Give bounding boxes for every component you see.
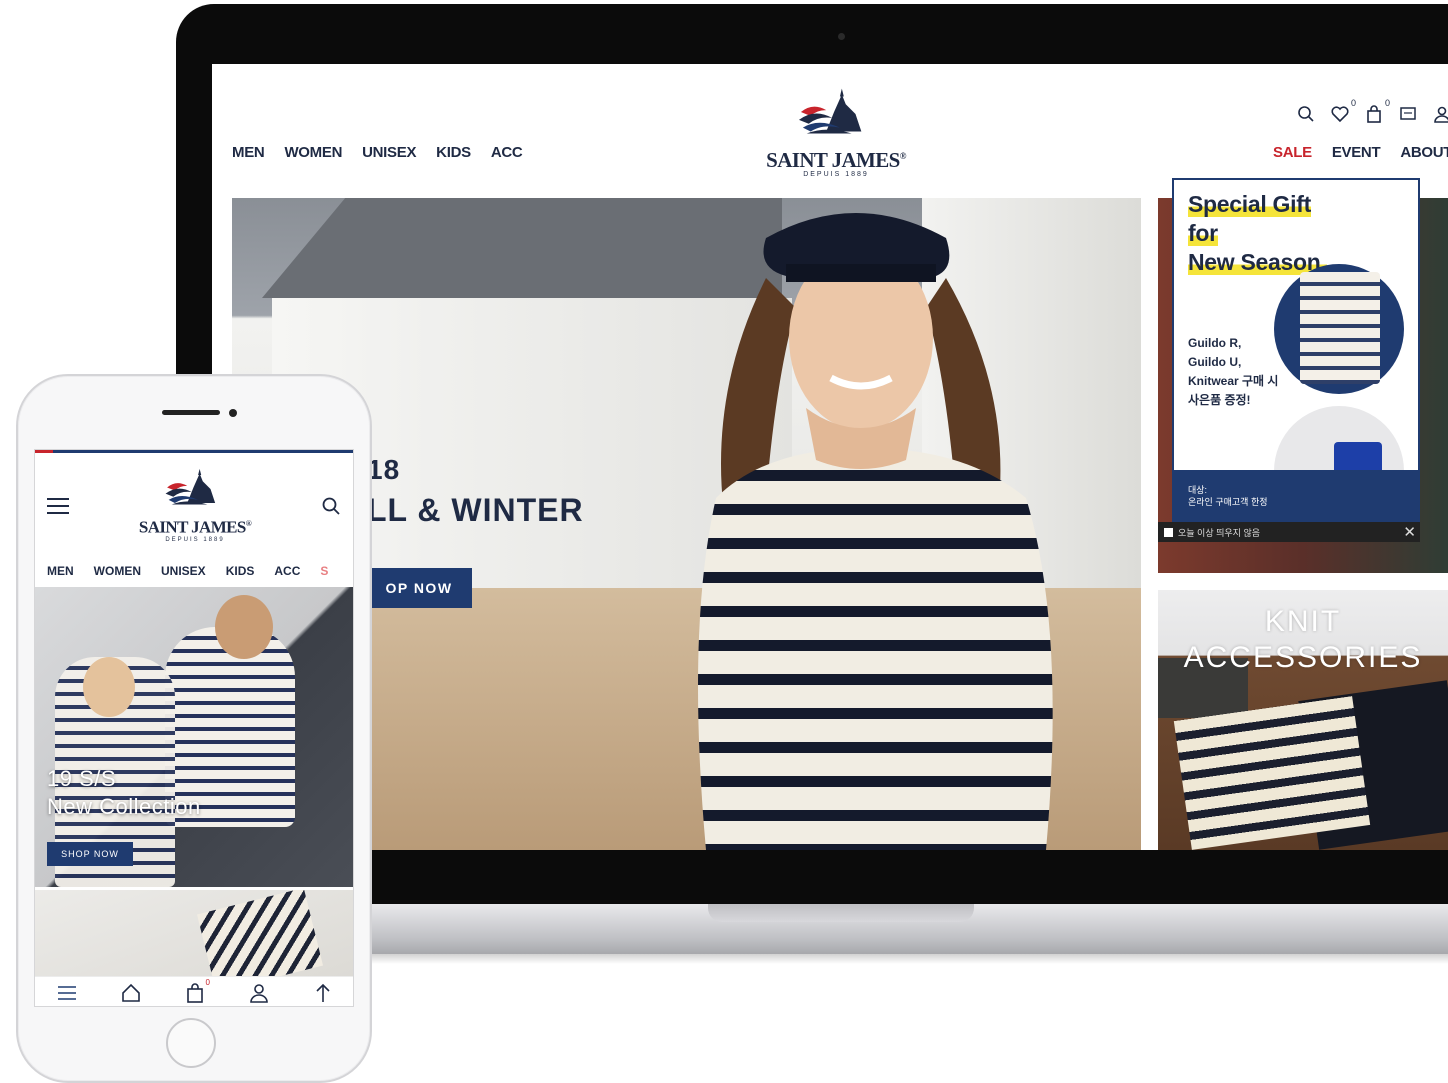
nav-men[interactable]: MEN [232,144,265,161]
close-icon[interactable]: ✕ [1403,523,1416,541]
m-nav-acc[interactable]: ACC [274,564,300,578]
laptop-shadow [230,954,1448,964]
mobile-secondary-banner[interactable] [35,890,353,976]
mobile-top-bar-accent [35,450,53,453]
mobile-tab-bar: 0 [35,976,353,1006]
logo-name: SAINT JAMES® [766,148,906,172]
phone-camera [229,409,237,417]
knit-accessories-banner[interactable]: KNIT ACCESSORIES [1158,590,1448,850]
knit-title: KNIT ACCESSORIES [1183,605,1423,674]
phone-home-button [166,1018,216,1068]
mobile-hero-banner[interactable]: 19 S/S New Collection SHOP NOW [35,587,353,887]
mobile-top-bar [35,450,353,453]
hamburger-menu-icon[interactable] [47,498,69,514]
bag-icon[interactable]: 0 [1364,98,1390,124]
m-nav-unisex[interactable]: UNISEX [161,564,206,578]
wishlist-count: 0 [1350,98,1356,108]
laptop-notch [708,904,974,922]
mobile-hero-model-man-head [215,595,273,659]
popup-footer-text: 대상: 온라인 구매고객 한정 [1188,485,1268,507]
m-nav-sale-partial[interactable]: S [320,564,328,578]
popup-body: Guildo R, Guildo U, Knitwear 구매 시 사은품 증정… [1188,336,1279,407]
desktop-nav-left: MEN WOMEN UNISEX KIDS ACC [232,144,523,161]
user-icon[interactable] [248,982,270,1004]
site-logo[interactable]: SAINT JAMES® DEPUIS 1889 [764,88,908,178]
menu-icon[interactable] [56,982,78,1004]
cart-count: 0 [1384,98,1390,108]
mobile-hero-model-woman-head [83,657,135,717]
arrow-up-icon[interactable] [312,982,334,1004]
logo-wave-icon [165,468,216,505]
nav-acc[interactable]: ACC [491,144,523,161]
user-icon[interactable] [1432,104,1448,124]
nav-event[interactable]: EVENT [1332,144,1381,161]
popup-dismiss-bar: 오늘 이상 띄우지 않음 ✕ [1158,522,1420,542]
mobile-logo-name: SAINT JAMES® [138,517,252,537]
search-icon[interactable] [1296,104,1316,124]
hero-shop-now-button[interactable]: OP NOW [366,568,472,608]
utility-icons: 0 0 [1296,98,1448,124]
dont-show-checkbox[interactable] [1164,527,1173,537]
mobile-logo[interactable]: SAINT JAMES® DEPUIS 1889 [137,468,253,543]
nav-unisex[interactable]: UNISEX [362,144,416,161]
nav-kids[interactable]: KIDS [436,144,471,161]
heart-icon[interactable]: 0 [1330,98,1356,124]
hero-model-image [698,213,1053,850]
nav-women[interactable]: WOMEN [284,144,342,161]
dont-show-label[interactable]: 오늘 이상 띄우지 않음 [1178,526,1260,539]
popup-bag-image [1300,272,1380,384]
laptop-camera [838,33,845,40]
nav-about[interactable]: ABOUT [1400,144,1448,161]
gift-popup[interactable]: Special Gift for New Season. Guildo R, G… [1172,178,1420,522]
knit-scarf-striped [1173,696,1371,850]
mobile-logo-sub: DEPUIS 1889 [165,536,225,543]
logo-wave-icon [798,88,862,134]
mobile-shop-now-button[interactable]: SHOP NOW [47,842,133,866]
m-nav-kids[interactable]: KIDS [226,564,255,578]
m-nav-women[interactable]: WOMEN [94,564,141,578]
chat-icon[interactable] [1398,104,1418,124]
nav-sale[interactable]: SALE [1273,144,1312,161]
home-icon[interactable] [120,982,142,1004]
desktop-site: MEN WOMEN UNISEX KIDS ACC SAINT JAMES® D… [212,64,1448,850]
popup-title: Special Gift for New Season. [1188,191,1327,275]
mobile-site: SAINT JAMES® DEPUIS 1889 MEN WOMEN UNISE… [34,449,354,1007]
bag-icon[interactable]: 0 [184,978,210,1004]
logo-sub: DEPUIS 1889 [803,171,869,178]
phone-speaker [162,410,220,415]
desktop-nav-right: SALE EVENT ABOUT [1273,144,1448,161]
m-nav-men[interactable]: MEN [47,564,74,578]
mobile-striped-bag-image [196,890,324,976]
mobile-hero-title: 19 S/S New Collection [47,766,201,819]
mobile-nav: MEN WOMEN UNISEX KIDS ACC S [47,564,328,578]
hero-title: 18 LL & WINTER [367,454,584,528]
mobile-cart-count: 0 [205,978,210,987]
search-icon[interactable] [321,496,341,516]
